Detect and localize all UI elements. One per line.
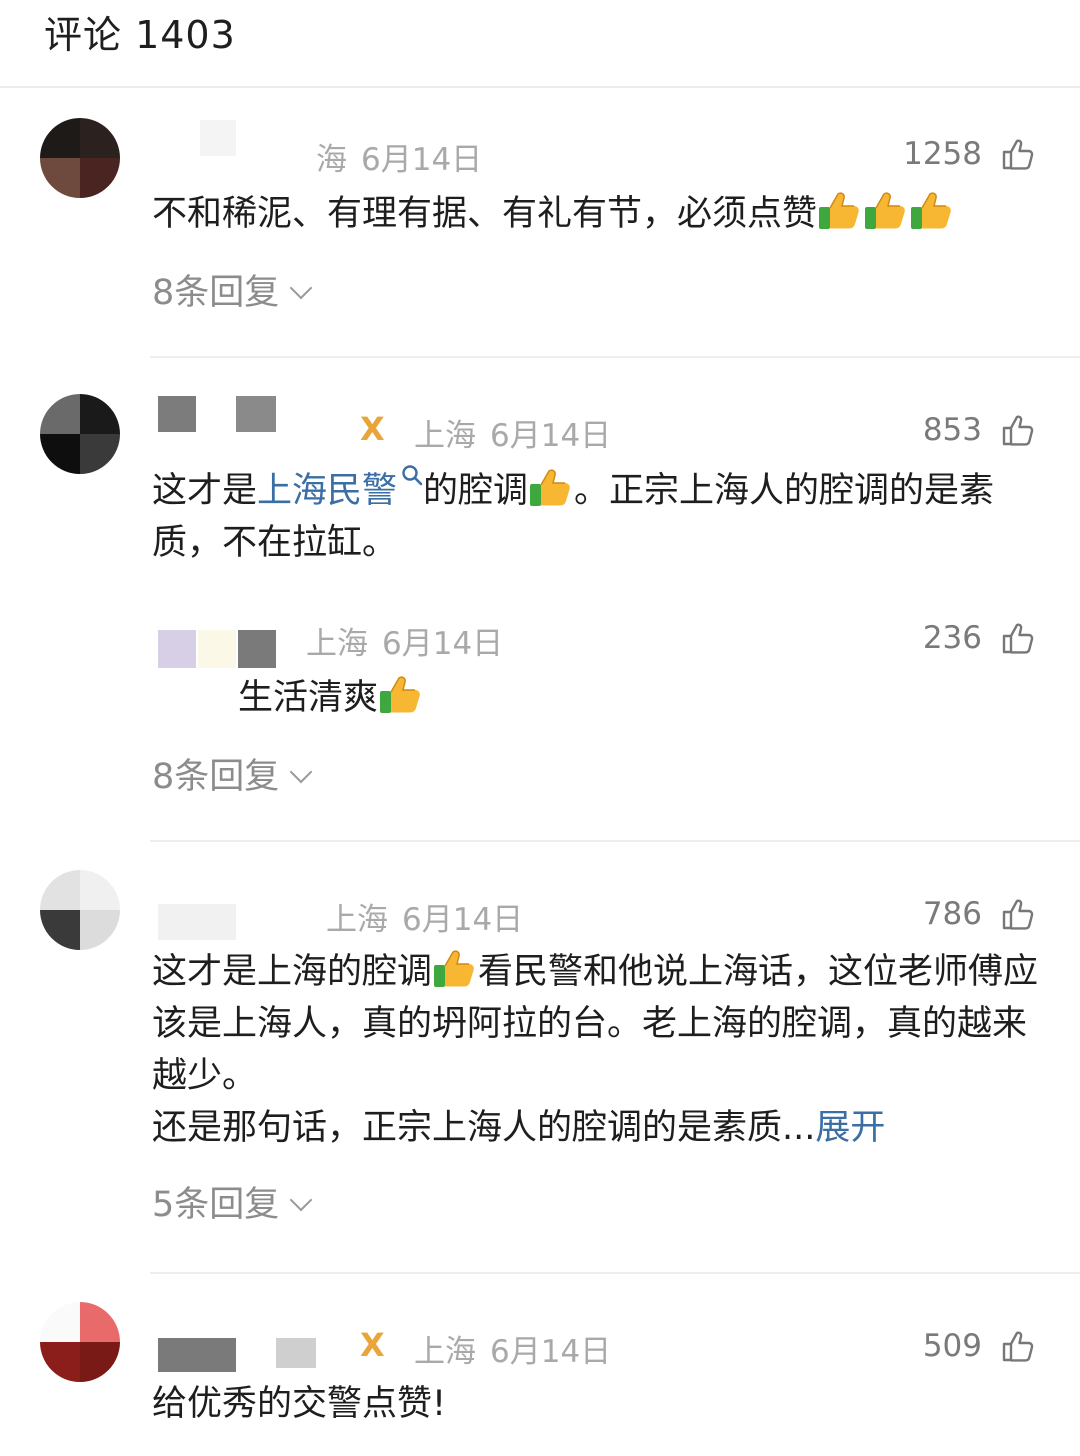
like-count: 509 bbox=[922, 1328, 982, 1364]
like-icon[interactable] bbox=[1000, 620, 1036, 656]
chevron-down-icon bbox=[289, 1188, 313, 1212]
thumbs-up-emoji-icon bbox=[379, 673, 423, 715]
comment-meta: 上海 6月14日 bbox=[326, 894, 523, 939]
chevron-down-icon bbox=[289, 276, 313, 300]
comment-body-part: 这才是 bbox=[152, 471, 258, 511]
comment-text: 这才是上海的腔调 看民警和他说上海话，这位老师傅应该是上海人，真的坍阿拉的台。老上… bbox=[152, 946, 1042, 1154]
thumbs-up-emoji-icon bbox=[818, 189, 862, 231]
comment-text: 给优秀的交警点赞! bbox=[152, 1378, 1042, 1430]
thumbs-up-emoji-icon bbox=[864, 189, 908, 231]
reply-meta: 上海 6月14日 bbox=[306, 618, 503, 663]
comment-location: 上海 bbox=[414, 418, 476, 454]
gold-medal-badge-icon: Ⅹ bbox=[360, 1326, 385, 1364]
reply-like-count: 236 bbox=[922, 620, 982, 656]
comment-item: Ⅹ 上海 6月14日 509 给优秀的交警点赞! bbox=[0, 1274, 1080, 1456]
comments-header: 评论 1403 bbox=[0, 0, 1080, 88]
like-count: 786 bbox=[922, 896, 982, 932]
comment-location: 上海 bbox=[326, 902, 388, 938]
comment-meta: 上海 6月14日 bbox=[414, 1326, 611, 1371]
like-icon[interactable] bbox=[1000, 1328, 1036, 1364]
like-count: 853 bbox=[922, 412, 982, 448]
comment-date: 6月14日 bbox=[361, 142, 483, 178]
view-replies-button[interactable]: 8条回复 bbox=[152, 264, 313, 315]
reply-text: 生活清爽 bbox=[238, 672, 1038, 724]
reply-avatar-blurred[interactable] bbox=[158, 630, 298, 668]
like-icon[interactable] bbox=[1000, 412, 1036, 448]
comments-title: 评论 1403 bbox=[44, 13, 236, 57]
magnifier-icon bbox=[401, 464, 423, 486]
comment-body: 给优秀的交警点赞! bbox=[152, 1384, 447, 1424]
username-blurred[interactable] bbox=[158, 396, 358, 432]
comment-item: 海 6月14日 1258 不和稀泥、有理有据、有礼有节，必须点赞 8条回复 bbox=[0, 86, 1080, 358]
comment-body-part: 这才是上海的腔调 bbox=[152, 952, 433, 992]
expand-link[interactable]: 展开 bbox=[815, 1108, 885, 1148]
comment-meta: 海 6月14日 bbox=[316, 134, 482, 179]
topic-link[interactable]: 上海民警 bbox=[257, 471, 397, 511]
comment-item: 上海 6月14日 786 这才是上海的腔调 看民警和他说上海话，这位老师傅应该是上海… bbox=[0, 842, 1080, 1272]
reply-location: 上海 bbox=[306, 626, 368, 662]
replies-label: 8条回复 bbox=[152, 273, 280, 313]
comment-date: 6月14日 bbox=[490, 1334, 612, 1370]
comment-meta: 上海 6月14日 bbox=[414, 410, 611, 455]
like-icon[interactable] bbox=[1000, 136, 1036, 172]
comment-body-part: 还是那句话，正宗上海人的腔调的是素质... bbox=[152, 1108, 816, 1148]
comment-text: 不和稀泥、有理有据、有礼有节，必须点赞 bbox=[152, 188, 1042, 240]
avatar[interactable] bbox=[40, 870, 120, 950]
thumbs-up-emoji-icon bbox=[910, 189, 954, 231]
thumbs-up-emoji-icon bbox=[433, 947, 477, 989]
comment-item: Ⅹ 上海 6月14日 853 这才是上海民警 的腔调 。正宗上海人的腔调的是素质，不在… bbox=[0, 358, 1080, 840]
chevron-down-icon bbox=[289, 760, 313, 784]
reply-date: 6月14日 bbox=[382, 626, 504, 662]
comment-body: 不和稀泥、有理有据、有礼有节，必须点赞 bbox=[152, 194, 818, 234]
username-blurred[interactable] bbox=[158, 1338, 348, 1374]
avatar[interactable] bbox=[40, 118, 120, 198]
comment-date: 6月14日 bbox=[490, 418, 612, 454]
replies-label: 5条回复 bbox=[152, 1185, 280, 1225]
reply-body: 生活清爽 bbox=[238, 678, 379, 718]
comment-location: 上海 bbox=[414, 1334, 476, 1370]
gold-medal-badge-icon: Ⅹ bbox=[360, 410, 385, 448]
thumbs-up-emoji-icon bbox=[529, 466, 573, 508]
comment-date: 6月14日 bbox=[402, 902, 524, 938]
avatar[interactable] bbox=[40, 1302, 120, 1382]
like-icon[interactable] bbox=[1000, 896, 1036, 932]
view-replies-button[interactable]: 8条回复 bbox=[152, 748, 313, 799]
comment-location: 海 bbox=[316, 142, 347, 178]
username-blurred[interactable] bbox=[158, 904, 318, 940]
comment-text: 这才是上海民警 的腔调 。正宗上海人的腔调的是素质，不在拉缸。 bbox=[152, 464, 1042, 569]
avatar[interactable] bbox=[40, 394, 120, 474]
username-blurred[interactable] bbox=[156, 120, 306, 156]
comment-body-part: 的腔调 bbox=[423, 471, 529, 511]
view-replies-button[interactable]: 5条回复 bbox=[152, 1176, 313, 1227]
like-count: 1258 bbox=[903, 136, 982, 172]
replies-label: 8条回复 bbox=[152, 757, 280, 797]
